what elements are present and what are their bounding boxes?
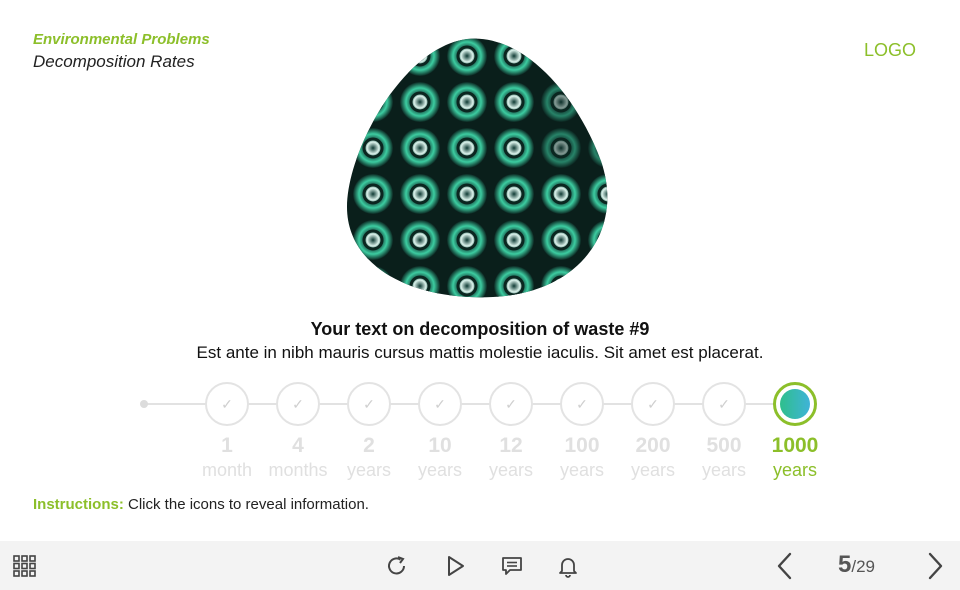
replay-icon: [388, 555, 405, 574]
timeline-step-8[interactable]: ✓ 500 years: [686, 380, 762, 481]
check-icon: ✓: [560, 382, 604, 426]
header-title: Environmental Problems: [33, 31, 210, 48]
menu-button[interactable]: [8, 541, 42, 590]
check-icon: ✓: [489, 382, 533, 426]
instructions: Instructions: Click the icons to reveal …: [33, 496, 369, 513]
step-unit: years: [346, 460, 391, 480]
comment-icon: [502, 556, 522, 575]
timeline-step-5[interactable]: ✓ 12 years: [473, 380, 549, 481]
step-number: 1000: [771, 434, 819, 457]
timeline-step-6[interactable]: ✓ 100 years: [544, 380, 620, 481]
timeline-step-4[interactable]: ✓ 10 years: [402, 380, 478, 481]
prev-arrow-icon: [777, 552, 792, 579]
current-page: 5: [838, 551, 852, 578]
step-unit: years: [701, 460, 746, 480]
step-number: 100: [564, 434, 600, 457]
decomposition-timeline: ✓ 1 month ✓ 4 months ✓ 2 years ✓ 10 year…: [0, 380, 960, 490]
content-body: Est ante in nibh mauris cursus mattis mo…: [196, 343, 764, 362]
check-icon: ✓: [631, 382, 675, 426]
step-unit: years: [417, 460, 462, 480]
step-number: 200: [635, 434, 671, 457]
step-number: 12: [499, 434, 523, 457]
next-arrow-icon: [928, 552, 943, 579]
bottles-image: [343, 31, 615, 299]
grid-menu-icon: [13, 554, 36, 577]
step-number: 2: [363, 434, 375, 457]
timeline-step-1[interactable]: ✓ 1 month: [189, 380, 265, 481]
timeline-step-3[interactable]: ✓ 2 years: [331, 380, 407, 481]
instructions-text: Click the icons to reveal information.: [128, 496, 369, 513]
comment-button[interactable]: [497, 541, 527, 590]
play-button[interactable]: [440, 541, 470, 590]
instructions-label: Instructions:: [33, 496, 124, 513]
notification-button[interactable]: [553, 541, 583, 590]
check-icon: ✓: [276, 382, 320, 426]
step-unit: years: [559, 460, 604, 480]
timeline-step-7[interactable]: ✓ 200 years: [615, 380, 691, 481]
replay-button[interactable]: [382, 541, 412, 590]
timeline-step-2[interactable]: ✓ 4 months: [260, 380, 336, 481]
timeline-start-dot: [140, 400, 148, 408]
check-icon: ✓: [702, 382, 746, 426]
active-marker-icon: [773, 382, 817, 426]
total-pages: /29: [851, 557, 875, 576]
step-number: 500: [706, 434, 742, 457]
step-unit: years: [630, 460, 675, 480]
next-slide-button[interactable]: [920, 541, 950, 590]
step-number: 10: [428, 434, 452, 457]
content-heading: Your text on decomposition of waste #9: [310, 319, 650, 339]
step-unit: years: [488, 460, 533, 480]
timeline-step-9-active[interactable]: 1000 years: [757, 380, 833, 481]
step-unit: month: [201, 460, 253, 480]
player-toolbar: 5 /29: [0, 541, 960, 590]
play-icon: [448, 555, 464, 576]
logo: LOGO: [863, 40, 916, 60]
check-icon: ✓: [205, 382, 249, 426]
page-counter: 5 /29: [838, 551, 875, 581]
check-icon: ✓: [418, 382, 462, 426]
step-number: 1: [221, 434, 233, 457]
step-unit: years: [772, 460, 817, 480]
header-subtitle: Decomposition Rates: [33, 52, 195, 71]
step-number: 4: [292, 434, 304, 457]
bell-icon: [559, 557, 577, 578]
prev-slide-button[interactable]: [770, 541, 800, 590]
check-icon: ✓: [347, 382, 391, 426]
step-unit: months: [268, 460, 328, 480]
